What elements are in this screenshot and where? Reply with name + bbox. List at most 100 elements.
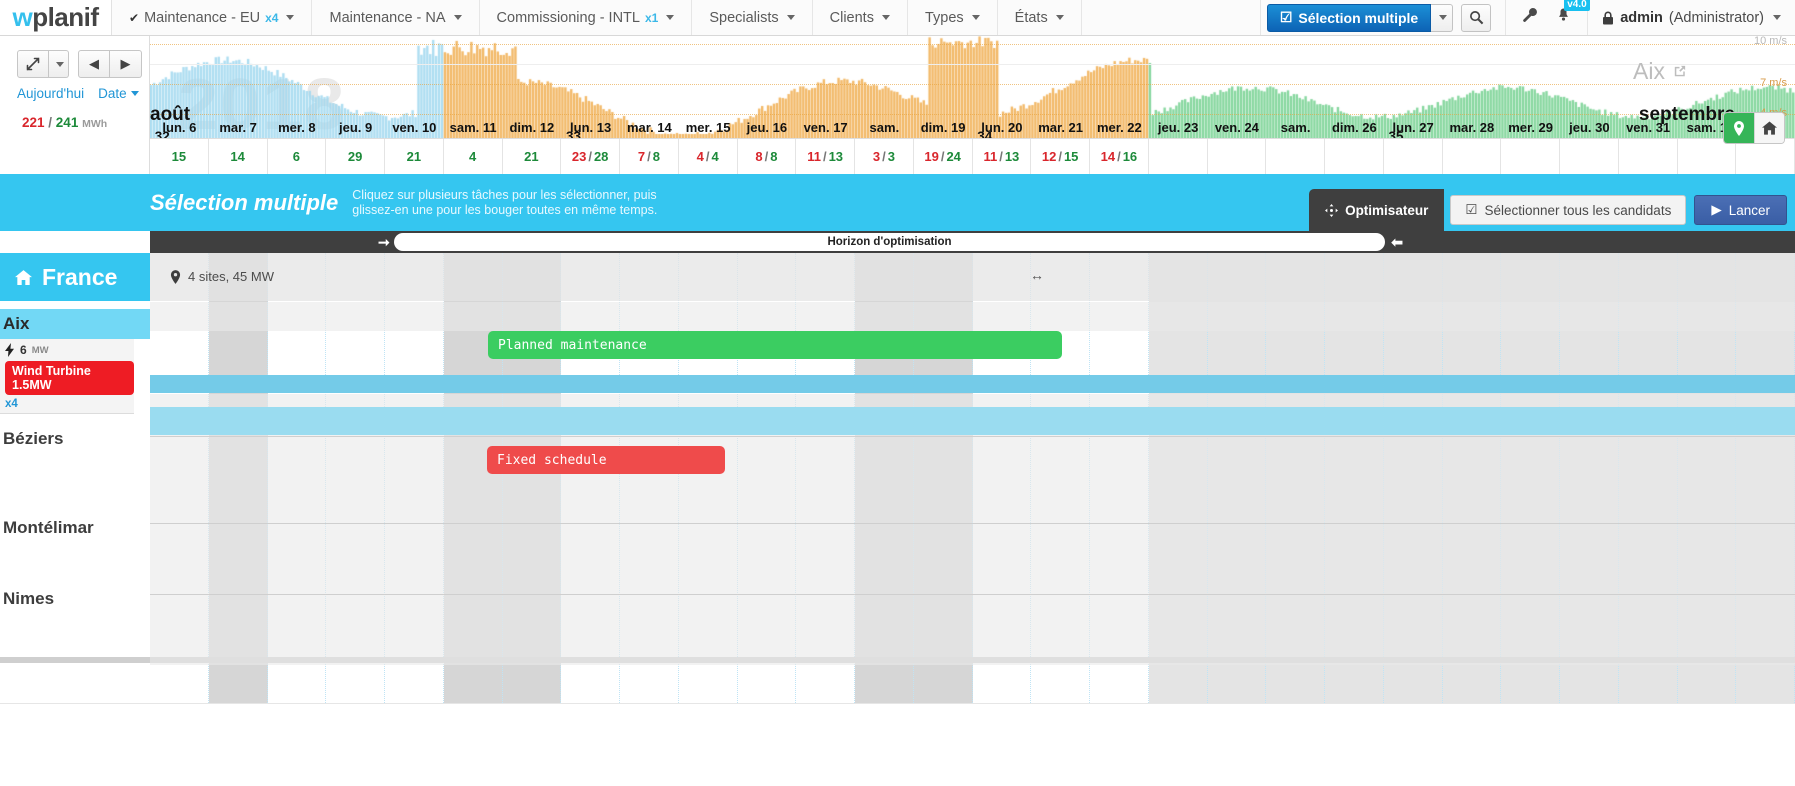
date-link-label: Date (98, 86, 127, 101)
count-total: 3 (888, 149, 895, 164)
launch-button[interactable]: ▶ Lancer (1694, 195, 1787, 225)
prevnext-group: ◀ ▶ (78, 50, 142, 78)
nav-item-3[interactable]: Specialists (692, 0, 812, 35)
date-picker-link[interactable]: Date (98, 86, 139, 101)
count-total: 4 (711, 149, 718, 164)
day-label: lun. 6 (150, 118, 209, 138)
nav-item-2[interactable]: Commissioning - INTLx1 (480, 0, 693, 35)
home-view-button[interactable] (1754, 113, 1784, 143)
day-label: dim. 12 (503, 118, 562, 138)
chevron-down-icon (882, 15, 890, 20)
today-link[interactable]: Aujourd'hui (17, 86, 84, 101)
nav-item-count: x4 (265, 11, 278, 25)
horizon-start-arrow-icon[interactable]: ➞ (378, 234, 390, 251)
task-planned-maintenance[interactable]: Planned maintenance (488, 331, 1062, 359)
day-label: ven. 24 (1208, 118, 1267, 138)
zoom-dropdown-button[interactable] (49, 50, 69, 78)
count-total: 14 (230, 149, 244, 164)
site-name-montelimar: Montélimar (3, 518, 94, 537)
app-logo[interactable]: wplanif (0, 0, 112, 35)
site-detail-aix: 6 MW Wind Turbine 1.5MW x4 (0, 339, 134, 414)
nav-item-5[interactable]: Types (908, 0, 998, 35)
site-row-aix[interactable]: Aix (0, 309, 150, 339)
task-fixed-schedule[interactable]: Fixed schedule (487, 446, 725, 474)
day-label: dim. 26 (1325, 118, 1384, 138)
nav-item-0[interactable]: ✔Maintenance - EUx4 (112, 0, 312, 35)
timeline-nav-buttons: ◀ ▶ (0, 36, 149, 78)
multiple-selection-button[interactable]: ☑ Sélection multiple (1267, 4, 1431, 32)
day-label: lun. 13 (561, 118, 620, 138)
day-count-cell (1560, 139, 1619, 174)
chevron-down-icon (1056, 15, 1064, 20)
next-period-button[interactable]: ▶ (110, 50, 142, 78)
beziers-band (150, 437, 1795, 523)
site-row-nimes[interactable]: Nimes (0, 584, 150, 614)
selection-dropdown-toggle[interactable] (1431, 4, 1453, 32)
zoom-fit-button[interactable] (17, 50, 49, 78)
day-label: ven. 10 (385, 118, 444, 138)
day-label: mar. 7 (209, 118, 268, 138)
optimiser-tab[interactable]: Optimisateur (1309, 189, 1444, 231)
map-view-buttons (1723, 112, 1785, 144)
version-badge: v4.0 (1564, 0, 1589, 11)
search-button[interactable] (1461, 4, 1491, 32)
selection-mode-banner: Sélection multiple Cliquez sur plusieurs… (0, 174, 1795, 231)
day-label: sam. (1266, 118, 1325, 138)
day-label: jeu. 23 (1149, 118, 1208, 138)
map-pin-button[interactable] (1724, 113, 1754, 143)
speed-label-7: 7 m/s (1760, 77, 1787, 89)
energy-used: 221 (22, 115, 45, 130)
site-row-montelimar[interactable]: Montélimar (0, 513, 150, 543)
nav-item-4[interactable]: Clients (813, 0, 908, 35)
region-header[interactable]: France (0, 253, 150, 301)
home-icon (15, 270, 32, 285)
day-count-cell: 4/4 (679, 139, 738, 174)
nav-item-6[interactable]: États (998, 0, 1082, 35)
day-count-cell: 14/16 (1090, 139, 1149, 174)
count-total: 21 (407, 149, 421, 164)
day-count-cell: 19/24 (914, 139, 973, 174)
resize-handle-icon[interactable]: ↔ (1030, 267, 1044, 283)
user-menu[interactable]: admin (Administrator) (1587, 0, 1795, 35)
bolt-icon (5, 343, 15, 357)
montelimar-band (150, 524, 1795, 594)
nav-item-label: Commissioning - INTL (497, 10, 640, 26)
select-all-candidates-button[interactable]: ☑ Sélectionner tous les candidats (1450, 195, 1686, 225)
zoom-group (17, 50, 69, 78)
task-label: Fixed schedule (497, 453, 607, 468)
timeline-links: Aujourd'hui Date (0, 78, 149, 101)
day-label: jeu. 16 (738, 118, 797, 138)
site-name-aix: Aix (3, 314, 29, 333)
count-used: 4 (697, 149, 704, 164)
aix-selected-row (150, 407, 1795, 435)
nav-item-label: Maintenance - EU (144, 10, 260, 26)
optimisation-horizon-bar: ➞ Horizon d'optimisation ⬅ (150, 231, 1795, 253)
play-icon: ▶ (1711, 202, 1721, 218)
count-total: 15 (172, 149, 186, 164)
turbine-tag[interactable]: Wind Turbine 1.5MW (5, 361, 134, 395)
horizon-end-arrow-icon[interactable]: ⬅ (1391, 234, 1403, 251)
notifications-button[interactable]: v4.0 (1556, 7, 1571, 28)
day-count-cell (1619, 139, 1678, 174)
checkbox-icon: ☑ (1465, 202, 1477, 218)
site-row-beziers[interactable]: Béziers (0, 424, 150, 454)
day-count-cell (1736, 139, 1795, 174)
timeline-header: ◀ ▶ Aujourd'hui Date 221 / 241 MWh 2018 (0, 36, 1795, 174)
day-count-cell: 8/8 (738, 139, 797, 174)
day-count-cell (1208, 139, 1267, 174)
selection-mode-group: ☑ Sélection multiple (1261, 0, 1495, 35)
count-total: 8 (653, 149, 660, 164)
settings-button[interactable] (1522, 7, 1538, 28)
count-total: 29 (348, 149, 362, 164)
gantt-grid: 4 sites, 45 MW ↔ ➞ Horizon d'optimisatio… (150, 231, 1795, 703)
day-count-cell (1501, 139, 1560, 174)
external-link-icon[interactable] (1672, 64, 1687, 79)
nav-item-1[interactable]: Maintenance - NA (312, 0, 479, 35)
day-count-cell: 21 (503, 139, 562, 174)
horizon-range[interactable]: Horizon d'optimisation (394, 233, 1385, 251)
chevron-down-icon (666, 15, 674, 20)
day-label: sam. 11 (444, 118, 503, 138)
chevron-down-icon (286, 15, 294, 20)
horizon-label: Horizon d'optimisation (827, 236, 951, 248)
previous-period-button[interactable]: ◀ (78, 50, 110, 78)
